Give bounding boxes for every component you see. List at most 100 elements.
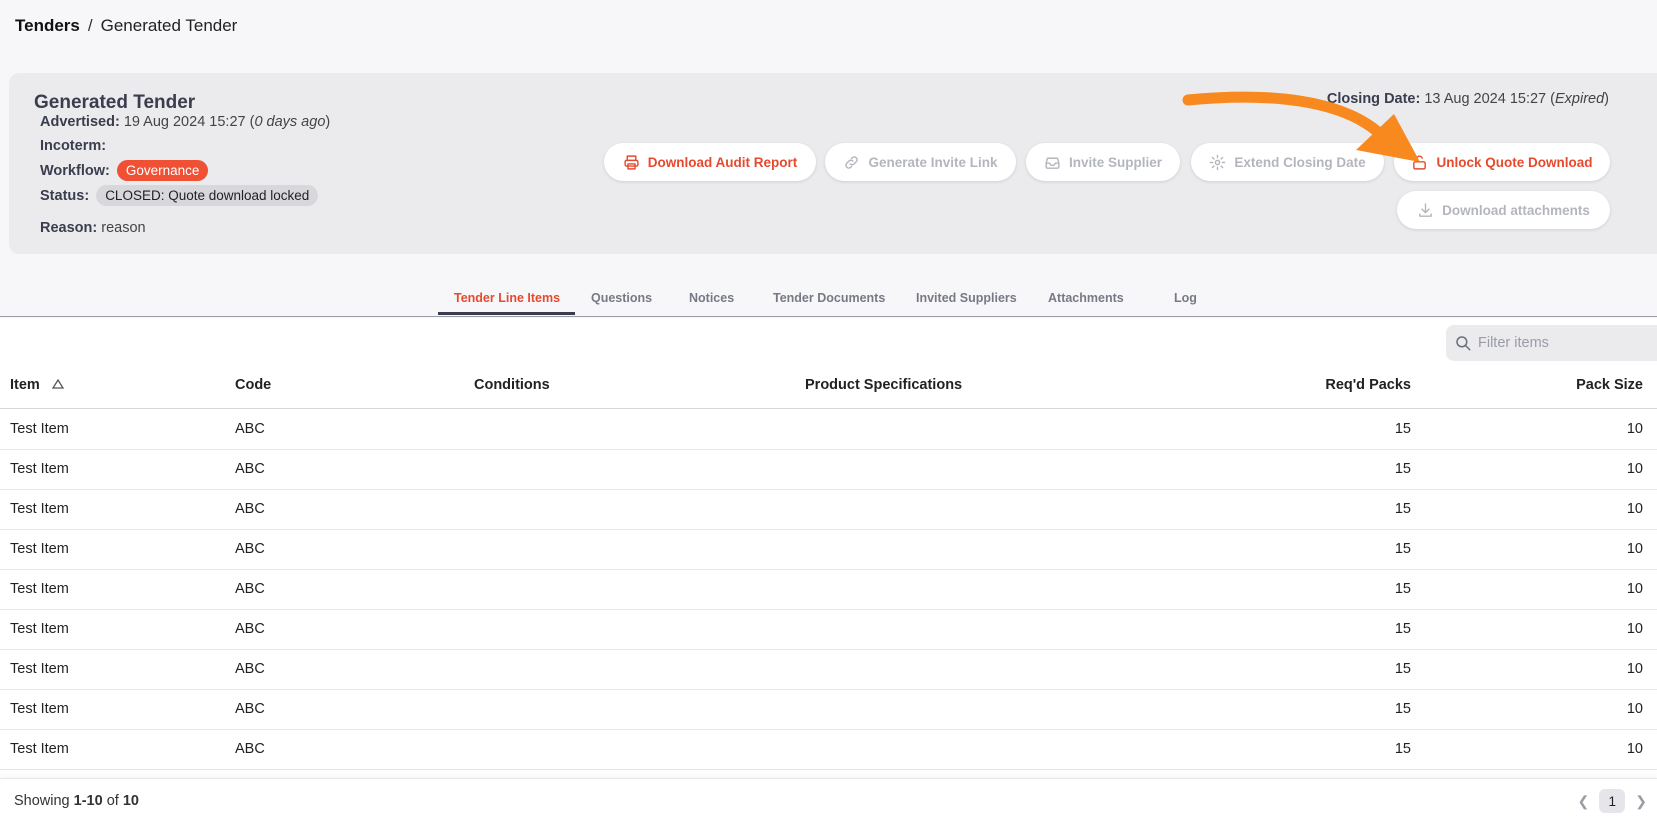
cell-item: Test Item [10,541,69,557]
table-row[interactable]: Test Item ABC 15 10 [0,409,1657,450]
chevron-right-icon[interactable]: ❯ [1635,793,1647,810]
cell-reqd-packs: 15 [1394,541,1411,557]
cell-pack-size: 10 [1626,421,1643,437]
download-audit-report-button[interactable]: Download Audit Report [604,143,816,181]
closing-state: Expired [1554,91,1605,107]
chevron-left-icon[interactable]: ❮ [1578,793,1590,810]
breadcrumb: Tenders / Generated Tender [15,16,237,36]
link-icon [845,155,859,169]
tab-tender-line-items[interactable]: Tender Line Items [454,291,560,305]
extend-closing-date-button[interactable]: Extend Closing Date [1191,143,1384,181]
closing-value: 13 Aug 2024 15:27 [1424,91,1547,107]
column-header-conditions[interactable]: Conditions [474,377,550,393]
tab-attachments[interactable]: Attachments [1048,291,1124,305]
table-row[interactable]: Test Item ABC 15 10 [0,489,1657,530]
incoterm-row: Incoterm: [40,138,106,154]
column-header-reqd-packs[interactable]: Req'd Packs [1325,377,1411,393]
generate-invite-link-button[interactable]: Generate Invite Link [825,143,1016,181]
column-header-product-specifications[interactable]: Product Specifications [805,377,962,393]
cell-pack-size: 10 [1626,501,1643,517]
cell-reqd-packs: 15 [1394,661,1411,677]
cell-item: Test Item [10,701,69,717]
cell-code: ABC [235,621,265,637]
cell-item: Test Item [10,461,69,477]
unlock-icon [1413,154,1427,170]
table-row[interactable]: Test Item ABC 15 10 [0,529,1657,570]
column-header-code[interactable]: Code [235,377,271,393]
tab-invited-suppliers[interactable]: Invited Suppliers [916,291,1017,305]
column-header-item[interactable]: Item [10,377,65,393]
advertised-value: 19 Aug 2024 15:27 [123,114,246,130]
cell-item: Test Item [10,661,69,677]
cell-item: Test Item [10,581,69,597]
pagination: ❮ 1 ❯ [1578,789,1647,813]
advertised-relative: 0 days ago [254,114,326,130]
cell-reqd-packs: 15 [1394,461,1411,477]
filter-box [1446,325,1657,361]
download-attachments-button[interactable]: Download attachments [1397,191,1610,229]
cell-code: ABC [235,421,265,437]
cell-item: Test Item [10,621,69,637]
cell-reqd-packs: 15 [1394,501,1411,517]
download-icon [1419,202,1432,217]
cell-code: ABC [235,661,265,677]
cell-reqd-packs: 15 [1394,701,1411,717]
table-footer: Showing 1-10 of 10 ❮ 1 ❯ [0,778,1657,823]
column-header-pack-size[interactable]: Pack Size [1576,377,1643,393]
gear-icon [1210,154,1226,170]
closing-date: Closing Date: 13 Aug 2024 15:27 (Expired… [1326,91,1609,107]
cell-pack-size: 10 [1626,701,1643,717]
tab-notices[interactable]: Notices [689,291,734,305]
extend-closing-date-label: Extend Closing Date [1234,154,1366,170]
triangle-up-icon [51,378,65,389]
search-icon [1456,336,1471,351]
workflow-row: Workflow: Governance [40,160,209,181]
cell-code: ABC [235,741,265,757]
table-row[interactable]: Test Item ABC 15 10 [0,649,1657,690]
cell-item: Test Item [10,741,69,757]
page-title: Generated Tender [34,92,196,113]
line-items-panel: Item Code Conditions Product Specificati… [0,318,1657,822]
unlock-quote-download-label: Unlock Quote Download [1436,154,1593,170]
invite-supplier-button[interactable]: Invite Supplier [1026,143,1180,181]
tab-tender-documents[interactable]: Tender Documents [773,291,885,305]
unlock-quote-download-button[interactable]: Unlock Quote Download [1394,143,1610,181]
table-row[interactable]: Test Item ABC 15 10 [0,449,1657,490]
cell-pack-size: 10 [1626,461,1643,477]
download-audit-report-label: Download Audit Report [647,154,798,170]
status-label: Status: [40,188,90,204]
cell-reqd-packs: 15 [1394,621,1411,637]
page-1-button[interactable]: 1 [1599,789,1626,813]
cell-item: Test Item [10,421,69,437]
cell-reqd-packs: 15 [1394,741,1411,757]
tab-questions[interactable]: Questions [591,291,652,305]
cell-pack-size: 10 [1626,621,1643,637]
breadcrumb-current: Generated Tender [100,16,238,35]
column-header-item-label: Item [10,377,40,393]
cell-item: Test Item [10,501,69,517]
cell-code: ABC [235,701,265,717]
cell-code: ABC [235,501,265,517]
table-row[interactable]: Test Item ABC 15 10 [0,729,1657,770]
table-row[interactable]: Test Item ABC 15 10 [0,609,1657,650]
table-row[interactable]: Test Item ABC 15 10 [0,569,1657,610]
cell-pack-size: 10 [1626,541,1643,557]
showing-range: 1-10 [73,793,103,809]
breadcrumb-separator: / [87,16,93,35]
table-header: Item Code Conditions Product Specificati… [0,360,1657,409]
reason-value: reason [101,220,146,236]
status-badge: CLOSED: Quote download locked [96,185,319,206]
reason-label: Reason: [40,220,98,236]
inbox-icon [1045,157,1060,169]
status-row: Status: CLOSED: Quote download locked [40,185,319,206]
cell-code: ABC [235,461,265,477]
tab-bar: Tender Line Items Questions Notices Tend… [0,282,1657,317]
active-tab-indicator [438,312,575,315]
showing-prefix: Showing [14,793,70,809]
tab-log[interactable]: Log [1174,291,1197,305]
breadcrumb-tenders-link[interactable]: Tenders [15,16,80,35]
showing-total: 10 [122,793,139,809]
workflow-label: Workflow: [40,163,110,179]
table-row[interactable]: Test Item ABC 15 10 [0,689,1657,730]
filter-items-input[interactable] [1476,334,1657,352]
